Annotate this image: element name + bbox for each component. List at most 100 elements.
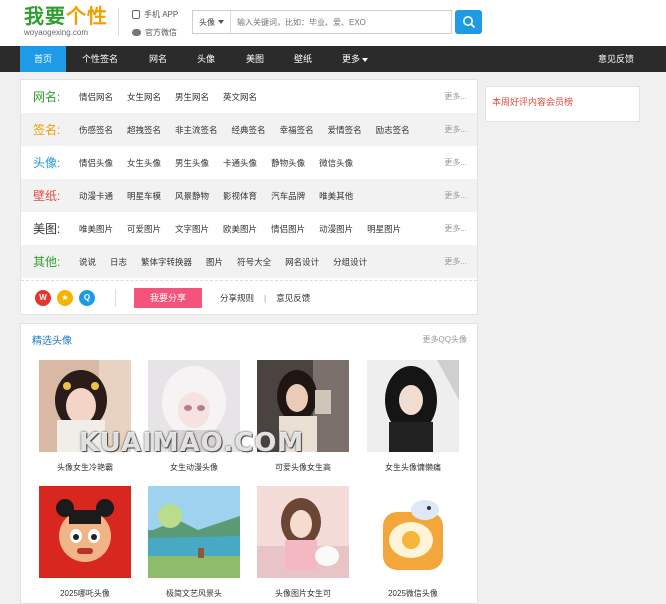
category-more-link[interactable]: 更多... (444, 91, 477, 102)
member-ranking-title[interactable]: 本周好评内容会员榜 (492, 95, 639, 108)
avatar-caption[interactable]: 女生头像慵懒痛 (367, 462, 459, 473)
search-box: 头像 (192, 10, 452, 34)
share-button[interactable]: 我要分享 (134, 287, 202, 308)
avatar-caption[interactable]: 头像图片女生可 (257, 588, 349, 599)
category-link[interactable]: 动漫图片 (319, 223, 353, 235)
nav-item-avatar[interactable]: 头像 (186, 46, 226, 72)
avatar-thumbnail[interactable] (148, 486, 240, 580)
category-link[interactable]: 明星图片 (367, 223, 401, 235)
avatar-caption[interactable]: 2025哪吒头像 (39, 588, 131, 599)
category-link[interactable]: 男生网名 (175, 91, 209, 103)
category-links: 唯美图片 可爱图片 文字图片 欧美图片 情侣图片 动漫图片 明星图片 (67, 223, 444, 235)
avatar-card[interactable]: 头像图片女生可 (257, 486, 349, 599)
category-link[interactable]: 励志签名 (376, 124, 410, 136)
category-title[interactable]: 美图: (21, 220, 67, 237)
category-link[interactable]: 情侣头像 (79, 157, 113, 169)
category-link[interactable]: 情侣图片 (271, 223, 305, 235)
category-link[interactable]: 动漫卡通 (79, 190, 113, 202)
category-links: 情侣网名 女生网名 男生网名 英文网名 (67, 91, 444, 103)
category-link[interactable]: 汽车品牌 (271, 190, 305, 202)
avatar-card[interactable]: 2025微信头像 (367, 486, 459, 599)
category-title[interactable]: 签名: (21, 121, 67, 138)
category-title[interactable]: 壁纸: (21, 187, 67, 204)
category-link[interactable]: 说说 (79, 256, 96, 268)
category-link[interactable]: 繁体字转换器 (141, 256, 192, 268)
category-row-pictures: 美图: 唯美图片 可爱图片 文字图片 欧美图片 情侣图片 动漫图片 明星图片 更多... (21, 212, 477, 245)
avatar-caption[interactable]: 极简文艺风景头 (148, 588, 240, 599)
category-more-link[interactable]: 更多... (444, 124, 477, 135)
category-link[interactable]: 女生头像 (127, 157, 161, 169)
category-more-link[interactable]: 更多... (444, 256, 477, 267)
featured-title[interactable]: 精选头像 (32, 332, 72, 347)
avatar-thumbnail[interactable] (257, 486, 349, 580)
category-link[interactable]: 网名设计 (285, 256, 319, 268)
category-more-link[interactable]: 更多... (444, 223, 477, 234)
avatar-caption[interactable]: 头像女生冷艳霸 (39, 462, 131, 473)
site-logo[interactable]: 我要个性 woyaogexing.com (24, 6, 108, 37)
category-link[interactable]: 可爱图片 (127, 223, 161, 235)
featured-avatars-panel: 精选头像 更多QQ头像 头像女生冷艳霸 女生动漫头像 可爱头像女生高 女生头像慵懒痛 2… (20, 323, 478, 604)
category-link[interactable]: 男生头像 (175, 157, 209, 169)
category-link[interactable]: 经典签名 (232, 124, 266, 136)
category-link[interactable]: 文字图片 (175, 223, 209, 235)
category-link[interactable]: 唯美其他 (319, 190, 353, 202)
category-link[interactable]: 静物头像 (271, 157, 305, 169)
category-link[interactable]: 卡通头像 (223, 157, 257, 169)
category-link[interactable]: 英文网名 (223, 91, 257, 103)
category-link[interactable]: 符号大全 (237, 256, 271, 268)
star-icon[interactable]: ★ (57, 289, 73, 306)
search-type-select[interactable]: 头像 (193, 11, 231, 33)
avatar-card[interactable]: 极简文艺风景头 (148, 486, 240, 599)
logo-text-orange: 个性 (66, 6, 108, 28)
category-link[interactable]: 欧美图片 (223, 223, 257, 235)
avatar-caption[interactable]: 女生动漫头像 (148, 462, 240, 473)
avatar-thumbnail[interactable] (367, 360, 459, 454)
nav-item-signature[interactable]: 个性签名 (72, 46, 128, 72)
avatar-caption[interactable]: 可爱头像女生高 (257, 462, 349, 473)
category-more-link[interactable]: 更多... (444, 190, 477, 201)
featured-more-link[interactable]: 更多QQ头像 (423, 334, 467, 345)
category-link[interactable]: 日志 (110, 256, 127, 268)
share-rules-link[interactable]: 分享规则 (220, 292, 254, 304)
category-link[interactable]: 情侣网名 (79, 91, 113, 103)
search-input[interactable] (231, 11, 451, 33)
qq-icon[interactable]: Q (79, 289, 95, 306)
category-link[interactable]: 分组设计 (333, 256, 367, 268)
avatar-card[interactable]: 女生头像慵懒痛 (367, 360, 459, 473)
avatar-card[interactable]: 2025哪吒头像 (39, 486, 131, 599)
category-link[interactable]: 女生网名 (127, 91, 161, 103)
category-link[interactable]: 幸福签名 (280, 124, 314, 136)
wechat-link[interactable]: 官方微信 (132, 27, 177, 38)
search-button[interactable] (455, 10, 482, 34)
avatar-thumbnail[interactable] (39, 486, 131, 580)
header-divider (118, 8, 119, 36)
nav-feedback-link[interactable]: 意见反馈 (588, 46, 644, 72)
nav-item-nickname[interactable]: 网名 (138, 46, 178, 72)
category-more-link[interactable]: 更多... (444, 157, 477, 168)
category-link[interactable]: 超拽签名 (127, 124, 161, 136)
nav-item-home[interactable]: 首页 (20, 46, 66, 72)
nav-item-more[interactable]: 更多 (333, 46, 377, 72)
category-link[interactable]: 明星车模 (127, 190, 161, 202)
feedback-link[interactable]: 意见反馈 (276, 292, 310, 304)
category-title[interactable]: 其他: (21, 253, 67, 270)
mobile-app-link[interactable]: 手机 APP (132, 9, 178, 20)
category-link[interactable]: 图片 (206, 256, 223, 268)
category-link[interactable]: 非主流签名 (175, 124, 218, 136)
category-title[interactable]: 头像: (21, 154, 67, 171)
category-link[interactable]: 风景静物 (175, 190, 209, 202)
link-separator: | (264, 292, 267, 303)
category-link[interactable]: 爱情签名 (328, 124, 362, 136)
category-link[interactable]: 唯美图片 (79, 223, 113, 235)
chevron-down-icon (362, 57, 368, 62)
category-link[interactable]: 微信头像 (319, 157, 353, 169)
category-title[interactable]: 网名: (21, 88, 67, 105)
nav-item-pictures[interactable]: 美图 (235, 46, 275, 72)
nav-item-wallpaper[interactable]: 壁纸 (283, 46, 323, 72)
avatar-caption[interactable]: 2025微信头像 (367, 588, 459, 599)
category-link[interactable]: 伤感签名 (79, 124, 113, 136)
category-link[interactable]: 影视体育 (223, 190, 257, 202)
weibo-icon[interactable]: W (35, 289, 51, 306)
category-panel: 网名: 情侣网名 女生网名 男生网名 英文网名 更多... 签名: 伤感签名 超拽签名 非主流签名… (20, 79, 478, 315)
avatar-thumbnail[interactable] (367, 486, 459, 580)
